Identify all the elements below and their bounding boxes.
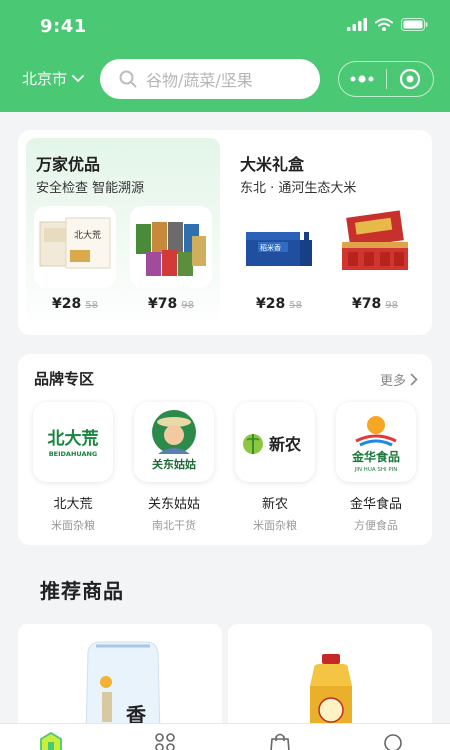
more-label: 更多	[379, 374, 406, 389]
jinhua-logo-text: 金华食品	[351, 449, 400, 464]
product-image-blue-giftbox: 稻米香	[238, 206, 320, 288]
beidahuang-logo: 北大荒 BEIDAHUANG	[33, 402, 113, 482]
search-placeholder: 谷物/蔬菜/坚果	[146, 71, 253, 90]
promo-product[interactable]: 稻米香	[238, 206, 320, 306]
shopping-bag-icon	[270, 733, 290, 750]
promo-product[interactable]	[334, 206, 416, 306]
tab-profile[interactable]	[381, 732, 405, 750]
promo-section-wanjia[interactable]: 万家优品 安全检查 智能溯源 北大荒 ¥28 58 ¥78 98	[26, 138, 220, 327]
brand-zone-card: 品牌专区 更多 北大荒 BEIDAHUANG 北大荒 米面杂粮 关东姑姑 关东姑…	[18, 354, 432, 545]
promo-price-row: ¥28 58	[34, 296, 116, 312]
xinnong-logo: 新农	[235, 402, 315, 482]
brand-category: 米面杂粮	[253, 519, 297, 532]
guandong-gugu-logo-text: 关东姑姑	[152, 457, 196, 471]
brand-category: 南北干货	[152, 519, 196, 532]
chevron-down-icon	[72, 74, 84, 82]
promo-subtitle: 东北 · 通河生态大米	[240, 181, 357, 196]
brand-item-guandong-gugu[interactable]: 关东姑姑 关东姑姑 南北干货	[132, 402, 216, 533]
product-price: ¥28	[256, 296, 286, 312]
more-brands-link[interactable]: 更多	[380, 370, 418, 389]
beidahuang-logo-sub: BEIDAHUANG	[49, 450, 98, 458]
bottom-tab-bar	[0, 723, 450, 750]
product-image-rice-bag: 香	[85, 641, 161, 734]
brand-name: 北大荒	[53, 497, 93, 512]
product-old-price: 58	[85, 300, 98, 311]
product-price: ¥28	[52, 296, 82, 312]
product-image-flour: 北大荒	[34, 206, 116, 288]
more-options-button[interactable]	[339, 62, 386, 96]
tab-category[interactable]	[153, 732, 177, 750]
brand-name: 新农	[261, 497, 288, 512]
recommend-product-card[interactable]	[228, 624, 432, 734]
promo-price-row: ¥78 98	[334, 296, 416, 312]
status-bar: 9:41	[0, 0, 450, 54]
brand-item-jinhua[interactable]: 金华食品 JIN HUA SHI PIN 金华食品 方便食品	[334, 402, 418, 533]
product-image-red-giftbox	[334, 206, 416, 288]
search-bar[interactable]: 谷物/蔬菜/坚果	[100, 59, 320, 99]
promo-section-rice-gift[interactable]: 大米礼盒 东北 · 通河生态大米 稻米香 ¥28 58 ¥78 98	[230, 138, 424, 327]
profile-circle-icon	[384, 734, 402, 750]
wifi-icon	[375, 18, 393, 31]
product-image-oil-bottle	[310, 654, 352, 734]
jinhua-logo-sub: JIN HUA SHI PIN	[354, 467, 398, 473]
search-icon	[119, 70, 137, 88]
promo-subtitle: 安全检查 智能溯源	[36, 181, 145, 196]
product-price: ¥78	[148, 296, 178, 312]
home-icon	[40, 732, 62, 750]
xinnong-logo-text: 新农	[269, 435, 301, 454]
product-price: ¥78	[352, 296, 382, 312]
recommend-product-card[interactable]: 香	[18, 624, 222, 734]
promo-price-row: ¥78 98	[130, 296, 212, 312]
brand-section-title: 品牌专区	[34, 370, 95, 388]
city-label: 北京市	[22, 70, 68, 88]
promo-title: 万家优品	[36, 155, 101, 174]
beidahuang-logo-text: 北大荒	[48, 428, 99, 449]
brand-item-xinnong[interactable]: 新农 新农 米面杂粮	[233, 402, 317, 533]
promo-title: 大米礼盒	[240, 155, 305, 174]
promo-price-row: ¥28 58	[238, 296, 320, 312]
close-miniprogram-button[interactable]	[387, 62, 434, 96]
product-old-price: 58	[289, 300, 302, 311]
battery-icon	[401, 18, 428, 31]
header-bar: 9:41 北京市 谷物/蔬菜/坚果	[0, 0, 450, 112]
chevron-right-icon	[410, 373, 418, 386]
svg-text:稻米香: 稻米香	[260, 243, 281, 252]
brand-category: 米面杂粮	[51, 519, 95, 532]
status-time: 9:41	[40, 16, 87, 37]
status-icons	[347, 18, 428, 31]
svg-text:北大荒: 北大荒	[74, 229, 101, 241]
grid-category-icon	[155, 733, 175, 750]
product-old-price: 98	[385, 300, 398, 311]
signal-icon	[347, 18, 367, 31]
promo-product[interactable]	[130, 206, 212, 306]
brand-item-beidahuang[interactable]: 北大荒 BEIDAHUANG 北大荒 米面杂粮	[31, 402, 115, 533]
jinhua-logo: 金华食品 JIN HUA SHI PIN	[336, 402, 416, 482]
promo-card: 万家优品 安全检查 智能溯源 北大荒 ¥28 58 ¥78 98 大米礼盒 东北…	[18, 130, 432, 335]
miniprogram-capsule	[338, 61, 434, 97]
brand-name: 金华食品	[349, 497, 402, 512]
promo-product[interactable]: 北大荒	[34, 206, 116, 306]
brand-name: 关东姑姑	[147, 497, 200, 512]
target-circle-icon	[399, 68, 420, 90]
recommend-section-title: 推荐商品	[40, 579, 124, 603]
product-image-grains	[130, 206, 212, 288]
city-selector[interactable]: 北京市	[22, 68, 85, 89]
guandong-gugu-logo: 关东姑姑	[134, 402, 214, 482]
tab-home[interactable]	[40, 732, 62, 750]
brand-category: 方便食品	[354, 519, 398, 532]
product-old-price: 98	[181, 300, 194, 311]
more-dots-icon	[350, 75, 374, 83]
tab-cart[interactable]	[268, 732, 292, 750]
